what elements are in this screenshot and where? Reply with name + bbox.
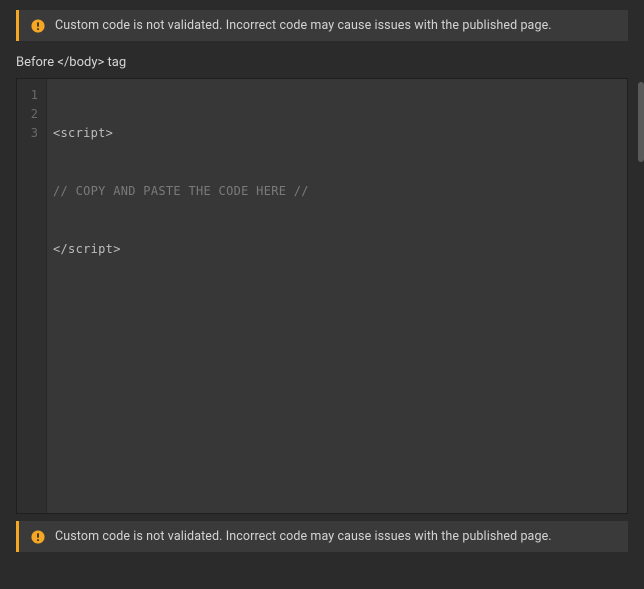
line-gutter: 1 2 3 — [17, 79, 47, 513]
code-textarea[interactable]: <script> // COPY AND PASTE THE CODE HERE… — [47, 79, 627, 513]
section-label-before-body: Before </body> tag — [16, 55, 628, 70]
warning-banner-top: Custom code is not validated. Incorrect … — [16, 10, 628, 41]
line-number: 3 — [25, 124, 38, 143]
warning-text-bottom: Custom code is not validated. Incorrect … — [55, 529, 552, 544]
line-number: 2 — [25, 105, 38, 124]
warning-icon — [31, 530, 45, 544]
line-number: 1 — [25, 86, 38, 105]
warning-banner-bottom: Custom code is not validated. Incorrect … — [16, 521, 628, 552]
code-line: </script> — [53, 240, 621, 259]
warning-icon — [31, 19, 45, 33]
code-editor[interactable]: 1 2 3 <script> // COPY AND PASTE THE COD… — [16, 78, 628, 514]
code-line: <script> — [53, 124, 621, 143]
warning-text-top: Custom code is not validated. Incorrect … — [55, 18, 552, 33]
scrollbar-thumb[interactable] — [638, 82, 644, 162]
code-line: // COPY AND PASTE THE CODE HERE // — [53, 182, 621, 201]
